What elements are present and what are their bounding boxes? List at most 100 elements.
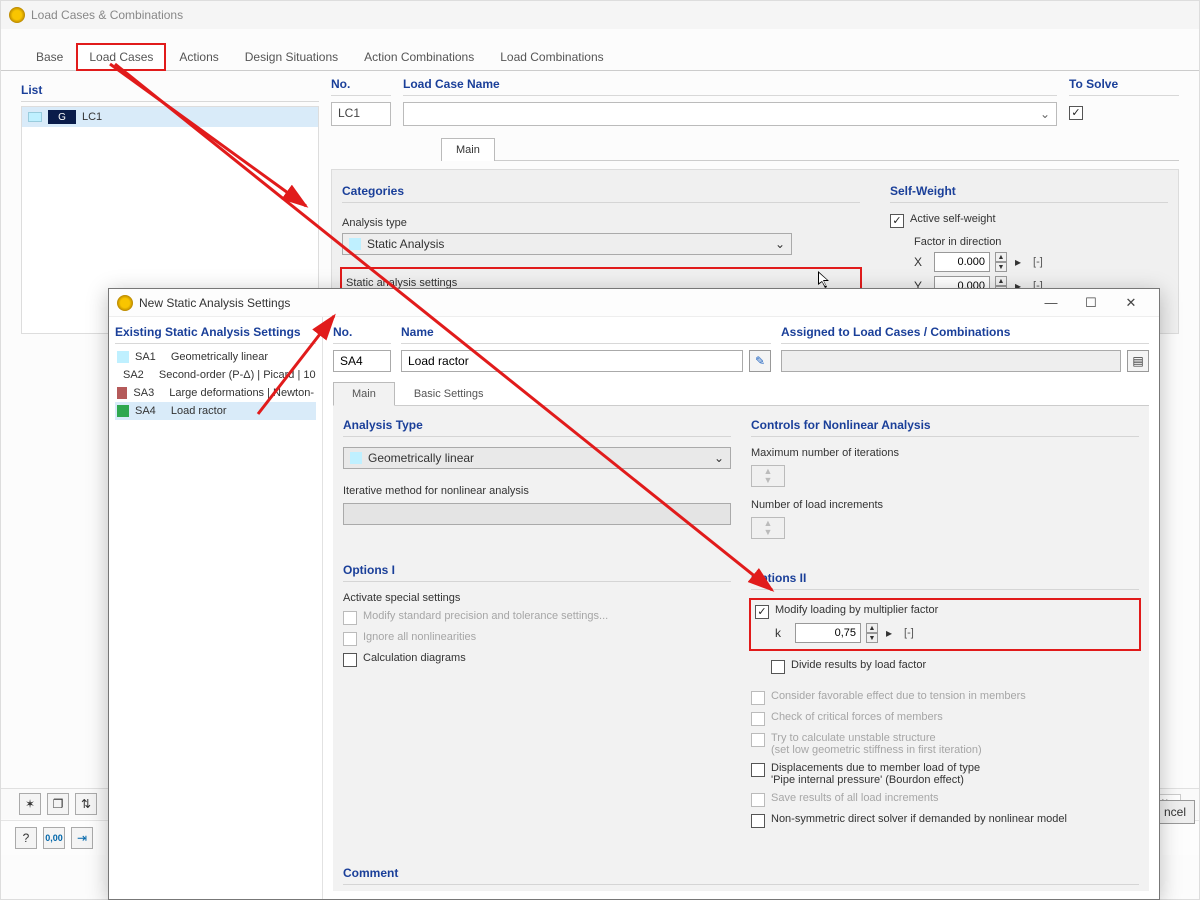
main-title: Load Cases & Combinations (31, 8, 183, 22)
sort-button[interactable]: ⇅ (75, 793, 97, 815)
name-combo[interactable]: ⌄ (403, 102, 1057, 126)
dlg-no-input[interactable] (333, 350, 391, 372)
x-spinner[interactable]: ▲▼ (995, 252, 1007, 272)
tolerance-button[interactable]: ⇥ (71, 827, 93, 849)
maximize-button[interactable]: ☐ (1071, 295, 1111, 311)
iter-method-combo (343, 503, 731, 525)
save-incr-label: Save results of all load increments (771, 792, 939, 804)
displacements-checkbox[interactable] (751, 763, 765, 777)
displ-l1: Displacements due to member load of type (771, 762, 980, 774)
no-field[interactable]: LC1 (331, 102, 391, 126)
copy-button[interactable]: ❐ (47, 793, 69, 815)
minimize-button[interactable]: — (1031, 295, 1071, 310)
save-incr-checkbox (751, 793, 765, 807)
no-label: No. (331, 77, 391, 96)
unstable-checkbox (751, 733, 765, 747)
tab-actions[interactable]: Actions (166, 43, 231, 70)
unstable-l2: (set low geometric stiffness in first it… (771, 744, 982, 756)
sa-item-3[interactable]: SA3 Large deformations | Newton- (115, 384, 316, 402)
analysistype-title: Analysis Type (343, 416, 731, 437)
ignore-nonlin-checkbox (343, 632, 357, 646)
displ-l2: 'Pipe internal pressure' (Bourdon effect… (771, 774, 964, 786)
chevron-down-icon: ⌄ (714, 451, 724, 465)
active-selfweight-checkbox[interactable] (890, 214, 904, 228)
nonsym-label: Non-symmetric direct solver if demanded … (771, 813, 1067, 825)
dlg-name-label: Name (401, 325, 771, 344)
max-iter-spinner: ▲▼ (751, 465, 785, 487)
existing-sas-panel: Existing Static Analysis Settings SA1 Ge… (109, 317, 323, 899)
existing-sas-title: Existing Static Analysis Settings (115, 325, 316, 344)
tab-base[interactable]: Base (23, 43, 76, 70)
k-unit: [-] (904, 627, 914, 639)
tension-label: Consider favorable effect due to tension… (771, 690, 1026, 702)
list-row-lc1[interactable]: G LC1 (22, 107, 318, 127)
decimal-button[interactable]: 0,00 (43, 827, 65, 849)
sa-item-1[interactable]: SA1 Geometrically linear (115, 348, 316, 366)
dialog-icon (117, 295, 133, 311)
tab-load-combinations[interactable]: Load Combinations (487, 43, 616, 70)
dialog-title: New Static Analysis Settings (139, 296, 290, 310)
color-swatch (349, 238, 361, 250)
chevron-down-icon: ⌄ (1040, 107, 1050, 121)
app-icon (9, 7, 25, 23)
list-item-label: LC1 (82, 111, 102, 123)
unstable-l1: Try to calculate unstable structure (771, 732, 936, 744)
new-button[interactable]: ✶ (19, 793, 41, 815)
tab-design-situations[interactable]: Design Situations (232, 43, 351, 70)
tab-action-combinations[interactable]: Action Combinations (351, 43, 487, 70)
factor-dir-label: Factor in direction (914, 236, 1168, 248)
sa-item-2[interactable]: SA2 Second-order (P-Δ) | Picard | 10 (115, 366, 316, 384)
x-label: X (914, 255, 928, 269)
k-spinner[interactable]: ▲▼ (866, 623, 878, 643)
max-iter-label: Maximum number of iterations (751, 447, 1139, 459)
dlg-tab-main[interactable]: Main (333, 382, 395, 406)
main-tabstrip: Base Load Cases Actions Design Situation… (1, 29, 1199, 71)
assigned-field[interactable] (781, 350, 1121, 372)
name-editor-button[interactable]: ✎ (749, 350, 771, 372)
analysistype-value: Geometrically linear (368, 451, 474, 465)
active-selfweight-label: Active self-weight (910, 213, 996, 225)
k-input[interactable] (795, 623, 861, 643)
dialog-new-sas: New Static Analysis Settings — ☐ ✕ Exist… (108, 288, 1160, 900)
options2-title: Options II (751, 569, 1139, 590)
help-button[interactable]: ? (15, 827, 37, 849)
x-unit: [-] (1033, 256, 1043, 268)
load-incr-label: Number of load increments (751, 499, 1139, 511)
solve-checkbox[interactable] (1069, 106, 1083, 120)
nonsym-checkbox[interactable] (751, 814, 765, 828)
sa-item-4[interactable]: SA4 Load ractor (115, 402, 316, 420)
critical-label: Check of critical forces of members (771, 711, 943, 723)
tab-load-cases[interactable]: Load Cases (76, 43, 166, 71)
critical-checkbox (751, 712, 765, 726)
modify-loading-label: Modify loading by multiplier factor (775, 604, 938, 616)
ignore-nonlin-label: Ignore all nonlinearities (363, 631, 476, 643)
analysis-type-value: Static Analysis (367, 237, 444, 251)
close-button[interactable]: ✕ (1111, 295, 1151, 311)
analysis-type-combo[interactable]: Static Analysis ⌄ (342, 233, 792, 255)
dialog-titlebar: New Static Analysis Settings — ☐ ✕ (109, 289, 1159, 317)
divide-results-checkbox[interactable] (771, 660, 785, 674)
nonlinear-controls-title: Controls for Nonlinear Analysis (751, 416, 1139, 437)
cancel-button-partial[interactable]: ncel (1155, 800, 1195, 824)
assigned-picker-button[interactable]: ▤ (1127, 350, 1149, 372)
x-input[interactable] (934, 252, 990, 272)
calc-diagrams-checkbox[interactable] (343, 653, 357, 667)
load-incr-spinner: ▲▼ (751, 517, 785, 539)
dlg-no-label: No. (333, 325, 391, 344)
divide-results-label: Divide results by load factor (791, 659, 926, 671)
modify-precision-label: Modify standard precision and tolerance … (363, 610, 608, 622)
assigned-label: Assigned to Load Cases / Combinations (781, 325, 1149, 344)
list-badge: G (48, 110, 76, 124)
options1-title: Options I (343, 561, 731, 582)
analysistype-combo[interactable]: Geometrically linear ⌄ (343, 447, 731, 469)
modify-loading-checkbox[interactable] (755, 605, 769, 619)
k-label: k (775, 626, 789, 640)
calc-diagrams-label: Calculation diagrams (363, 652, 466, 664)
dlg-tab-basic[interactable]: Basic Settings (395, 382, 503, 405)
color-swatch (117, 351, 129, 363)
comment-title: Comment (343, 864, 1139, 885)
tab-main[interactable]: Main (441, 138, 495, 161)
dlg-name-input[interactable] (401, 350, 743, 372)
modify-precision-checkbox (343, 611, 357, 625)
name-label: Load Case Name (403, 77, 1057, 96)
